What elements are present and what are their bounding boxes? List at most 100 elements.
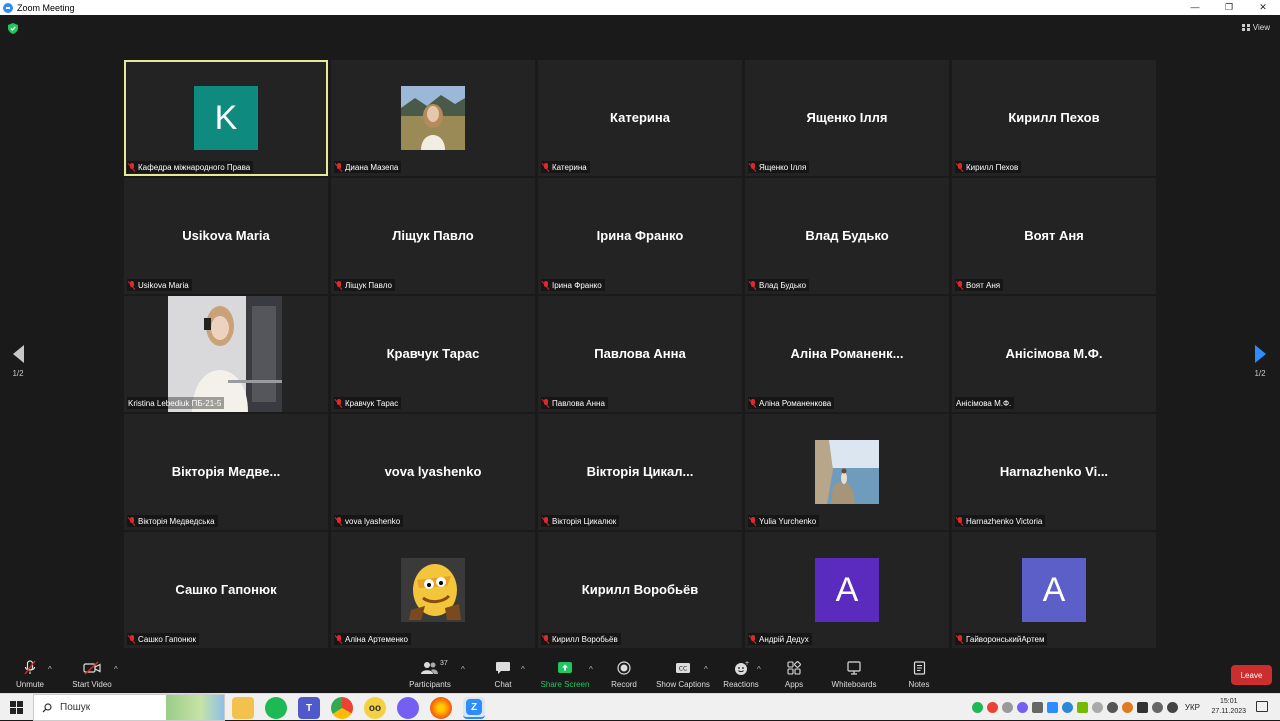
tray-cloud-icon[interactable] [1001, 702, 1013, 713]
participant-tile[interactable]: Аліна Романенк... Аліна Романенкова [745, 296, 949, 412]
participant-tile[interactable]: Влад Будько Влад Будько [745, 178, 949, 294]
participant-tile[interactable]: Ірина Франко Ірина Франко [538, 178, 742, 294]
participants-button[interactable]: 37 Participants [400, 660, 460, 689]
participant-tile[interactable]: Kristina Lebediuk ПБ-21-5 [124, 296, 328, 412]
participant-name-text: Yulia Yurchenko [759, 516, 817, 526]
participant-tile[interactable]: Вікторія Медве... Вікторія Медведська [124, 414, 328, 530]
apps-button[interactable]: Apps [764, 660, 824, 689]
app-owl-icon[interactable]: oo [364, 697, 386, 719]
viber-icon[interactable] [397, 697, 419, 719]
participant-name-text: Катерина [552, 162, 587, 172]
tray-wifi-icon[interactable] [1151, 702, 1163, 713]
participant-tile[interactable]: Анісімова М.Ф. Анісімова М.Ф. [952, 296, 1156, 412]
reactions-button[interactable]: + Reactions [711, 660, 771, 690]
participant-tile[interactable]: Аліна Артеменко [331, 532, 535, 648]
participant-name-text: Harnazhenko Victoria [966, 516, 1043, 526]
share-screen-button[interactable]: Share Screen [535, 660, 595, 689]
search-highlight-image [166, 695, 224, 720]
audio-options-chevron-icon[interactable]: ^ [48, 665, 52, 674]
notes-button[interactable]: Notes [889, 660, 949, 689]
participant-name-label: Кирилл Пехов [955, 161, 1022, 173]
participant-tile[interactable]: Катерина Катерина [538, 60, 742, 176]
view-button[interactable]: View [1241, 23, 1270, 32]
prev-page-button[interactable]: 1/2 [8, 345, 28, 378]
tray-zoom-icon[interactable] [1046, 702, 1058, 713]
whiteboards-button[interactable]: Whiteboards [824, 660, 884, 689]
tray-search-icon[interactable] [1121, 702, 1133, 713]
tray-volume-icon[interactable] [1166, 702, 1178, 713]
tray-network-icon[interactable] [1106, 702, 1118, 713]
participants-chevron-icon[interactable]: ^ [461, 665, 465, 674]
participant-tile[interactable]: vova lyashenko vova lyashenko [331, 414, 535, 530]
start-video-button[interactable]: Start Video [62, 660, 122, 689]
captions-icon: CC [676, 663, 690, 673]
reactions-chevron-icon[interactable]: ^ [757, 665, 761, 674]
windows-start-icon[interactable] [10, 701, 23, 714]
participant-name-label: Ліщук Павло [334, 279, 395, 291]
share-chevron-icon[interactable]: ^ [589, 665, 593, 674]
notifications-icon[interactable] [1256, 701, 1268, 712]
taskbar-search-input[interactable]: Пошук [33, 694, 225, 721]
teams-icon[interactable]: T [298, 697, 320, 719]
tray-telegram-icon[interactable] [1061, 702, 1073, 713]
chat-chevron-icon[interactable]: ^ [521, 665, 525, 674]
participant-tile[interactable]: Кирилл Воробьёв Кирилл Воробьёв [538, 532, 742, 648]
participant-name-label: vova lyashenko [334, 515, 404, 527]
participant-tile[interactable]: Usikova Maria Usikova Maria [124, 178, 328, 294]
tray-nvidia-icon[interactable] [1076, 702, 1088, 713]
participant-tile[interactable]: Павлова Анна Павлова Анна [538, 296, 742, 412]
participant-tile[interactable]: Сашко Гапонюк Сашко Гапонюк [124, 532, 328, 648]
participant-tile[interactable]: Воят Аня Воят Аня [952, 178, 1156, 294]
participant-name-text: Сашко Гапонюк [138, 634, 197, 644]
participant-name-label: Кафедра міжнародного Права [127, 161, 254, 173]
leave-button[interactable]: Leave [1231, 665, 1272, 685]
zoom-taskbar-icon[interactable]: Z [463, 697, 485, 719]
participant-display-name: Ірина Франко [596, 228, 684, 243]
taskbar-clock[interactable]: 15:01 27.11.2023 [1211, 697, 1246, 717]
participant-tile[interactable]: Harnazhenko Vi... Harnazhenko Victoria [952, 414, 1156, 530]
microphone-muted-icon [335, 398, 343, 408]
spotify-icon[interactable] [265, 697, 287, 719]
security-shield-icon[interactable] [8, 23, 18, 34]
participant-tile[interactable]: K Кафедра міжнародного Права [124, 60, 328, 176]
participant-name-label: Harnazhenko Victoria [955, 515, 1046, 527]
participant-display-name: Вікторія Медве... [171, 464, 281, 479]
record-button[interactable]: Record [594, 660, 654, 689]
participant-tile[interactable]: Кирилл Пехов Кирилл Пехов [952, 60, 1156, 176]
participant-tile[interactable]: A ГайворонськийАртем [952, 532, 1156, 648]
restore-button[interactable]: ❐ [1212, 0, 1246, 15]
tray-chrome-icon[interactable] [986, 702, 998, 713]
participant-name-text: Диана Мазепа [345, 162, 399, 172]
unmute-label: Unmute [15, 680, 44, 689]
participant-name-label: Аліна Романенкова [748, 397, 835, 409]
participant-display-name: Кирилл Пехов [1008, 110, 1100, 125]
tray-generic-icon[interactable] [1031, 702, 1043, 713]
participant-tile[interactable]: Yulia Yurchenko [745, 414, 949, 530]
captions-chevron-icon[interactable]: ^ [704, 665, 708, 674]
participant-tile[interactable]: Кравчук Тарас Кравчук Тарас [331, 296, 535, 412]
minimize-button[interactable]: — [1178, 0, 1212, 15]
apps-label: Apps [784, 680, 804, 689]
participant-tile[interactable]: Вікторія Цикал... Вікторія Цикалюк [538, 414, 742, 530]
tray-spotify-icon[interactable] [971, 702, 983, 713]
record-icon [617, 661, 631, 675]
video-options-chevron-icon[interactable]: ^ [114, 665, 118, 674]
keyboard-language[interactable]: УКР [1185, 703, 1200, 712]
tray-battery-icon[interactable] [1136, 702, 1148, 713]
close-button[interactable]: ✕ [1246, 0, 1280, 15]
chrome-icon[interactable] [331, 697, 353, 719]
file-explorer-icon[interactable] [232, 697, 254, 719]
microphone-muted-icon [749, 280, 757, 290]
participant-tile[interactable]: Диана Мазепа [331, 60, 535, 176]
participant-tile[interactable]: Ліщук Павло Ліщук Павло [331, 178, 535, 294]
show-captions-label: Show Captions [656, 680, 710, 689]
participant-tile[interactable]: Ященко Ілля Ященко Ілля [745, 60, 949, 176]
tray-bluetooth-icon[interactable] [1091, 702, 1103, 713]
participant-name-text: Анісімова М.Ф. [956, 398, 1012, 408]
firefox-icon[interactable] [430, 697, 452, 719]
participant-name-label: Кирилл Воробьёв [541, 633, 621, 645]
tray-viber-icon[interactable] [1016, 702, 1028, 713]
next-page-button[interactable]: 1/2 [1250, 345, 1270, 378]
participant-tile[interactable]: A Андрій Дедух [745, 532, 949, 648]
window-controls: — ❐ ✕ [1178, 0, 1280, 15]
